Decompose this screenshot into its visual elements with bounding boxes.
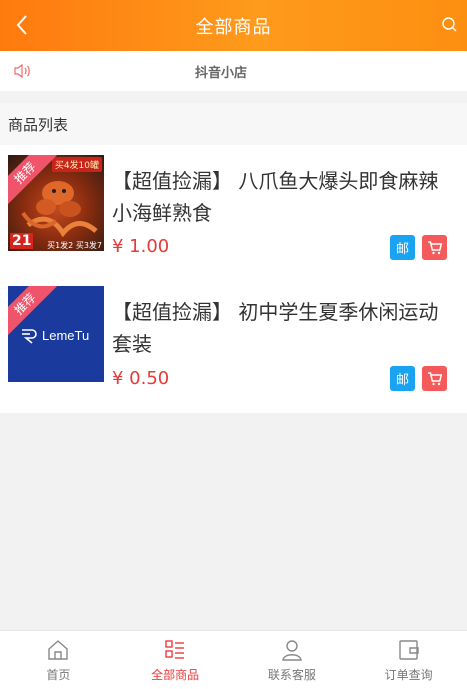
tab-all-products[interactable]: 全部商品 xyxy=(117,631,234,689)
product-price: ¥ 0.50 xyxy=(112,368,170,389)
product-name[interactable]: 【超值捡漏】 八爪鱼大爆头即食麻辣小海鲜熟食 xyxy=(112,165,452,229)
promo-number: 21 xyxy=(10,233,34,249)
bottom-tab-bar: 首页 全部商品 联系客服 订单查询 xyxy=(0,630,467,689)
tab-home[interactable]: 首页 xyxy=(0,631,117,689)
cart-icon xyxy=(427,240,442,254)
add-to-cart-button[interactable] xyxy=(422,235,447,260)
product-image[interactable]: 买4发10罐 21 买1发2 买3发7 推荐 xyxy=(8,155,104,251)
notice-bar: 抖音小店 xyxy=(0,51,467,91)
top-nav-bar: 全部商品 xyxy=(0,0,467,51)
free-shipping-badge: 邮 xyxy=(390,235,415,260)
home-icon xyxy=(48,640,69,660)
product-price: ¥ 1.00 xyxy=(112,236,170,257)
lemetu-logo-icon xyxy=(22,329,37,344)
tab-label: 首页 xyxy=(46,668,71,682)
free-shipping-badge: 邮 xyxy=(390,366,415,391)
product-list: 买4发10罐 21 买1发2 买3发7 推荐 【超值捡漏】 八爪鱼大爆头即食麻辣… xyxy=(0,145,467,413)
chevron-left-icon xyxy=(16,15,27,35)
back-button[interactable] xyxy=(10,12,34,38)
divider xyxy=(0,91,467,103)
category-list-icon xyxy=(165,640,185,659)
section-title: 商品列表 xyxy=(0,103,467,145)
tab-label: 订单查询 xyxy=(384,668,433,682)
notice-text: 抖音小店 xyxy=(195,65,248,81)
product-name[interactable]: 【超值捡漏】 初中学生夏季休闲运动套装 xyxy=(112,296,452,360)
tab-customer-service[interactable]: 联系客服 xyxy=(234,631,351,689)
search-button[interactable] xyxy=(441,16,459,34)
tab-label: 联系客服 xyxy=(267,668,316,682)
wallet-icon xyxy=(398,640,419,660)
tab-label: 全部商品 xyxy=(151,668,200,682)
search-icon xyxy=(442,17,457,32)
product-item[interactable]: LemeTu 推荐 【超值捡漏】 初中学生夏季休闲运动套装 ¥ 0.50 邮 xyxy=(0,276,467,391)
cart-icon xyxy=(427,371,442,385)
product-item[interactable]: 买4发10罐 21 买1发2 买3发7 推荐 【超值捡漏】 八爪鱼大爆头即食麻辣… xyxy=(0,145,467,260)
brand-logo: LemeTu xyxy=(20,326,89,344)
user-icon xyxy=(282,640,302,661)
promo-label: 买4发10罐 xyxy=(51,157,102,172)
brand-logo-text: LemeTu xyxy=(42,327,90,343)
add-to-cart-button[interactable] xyxy=(422,366,447,391)
tab-order-query[interactable]: 订单查询 xyxy=(350,631,467,689)
product-image[interactable]: LemeTu 推荐 xyxy=(8,286,104,382)
page-title: 全部商品 xyxy=(195,16,272,38)
promo-sublabel: 买1发2 买3发7 xyxy=(47,241,102,250)
